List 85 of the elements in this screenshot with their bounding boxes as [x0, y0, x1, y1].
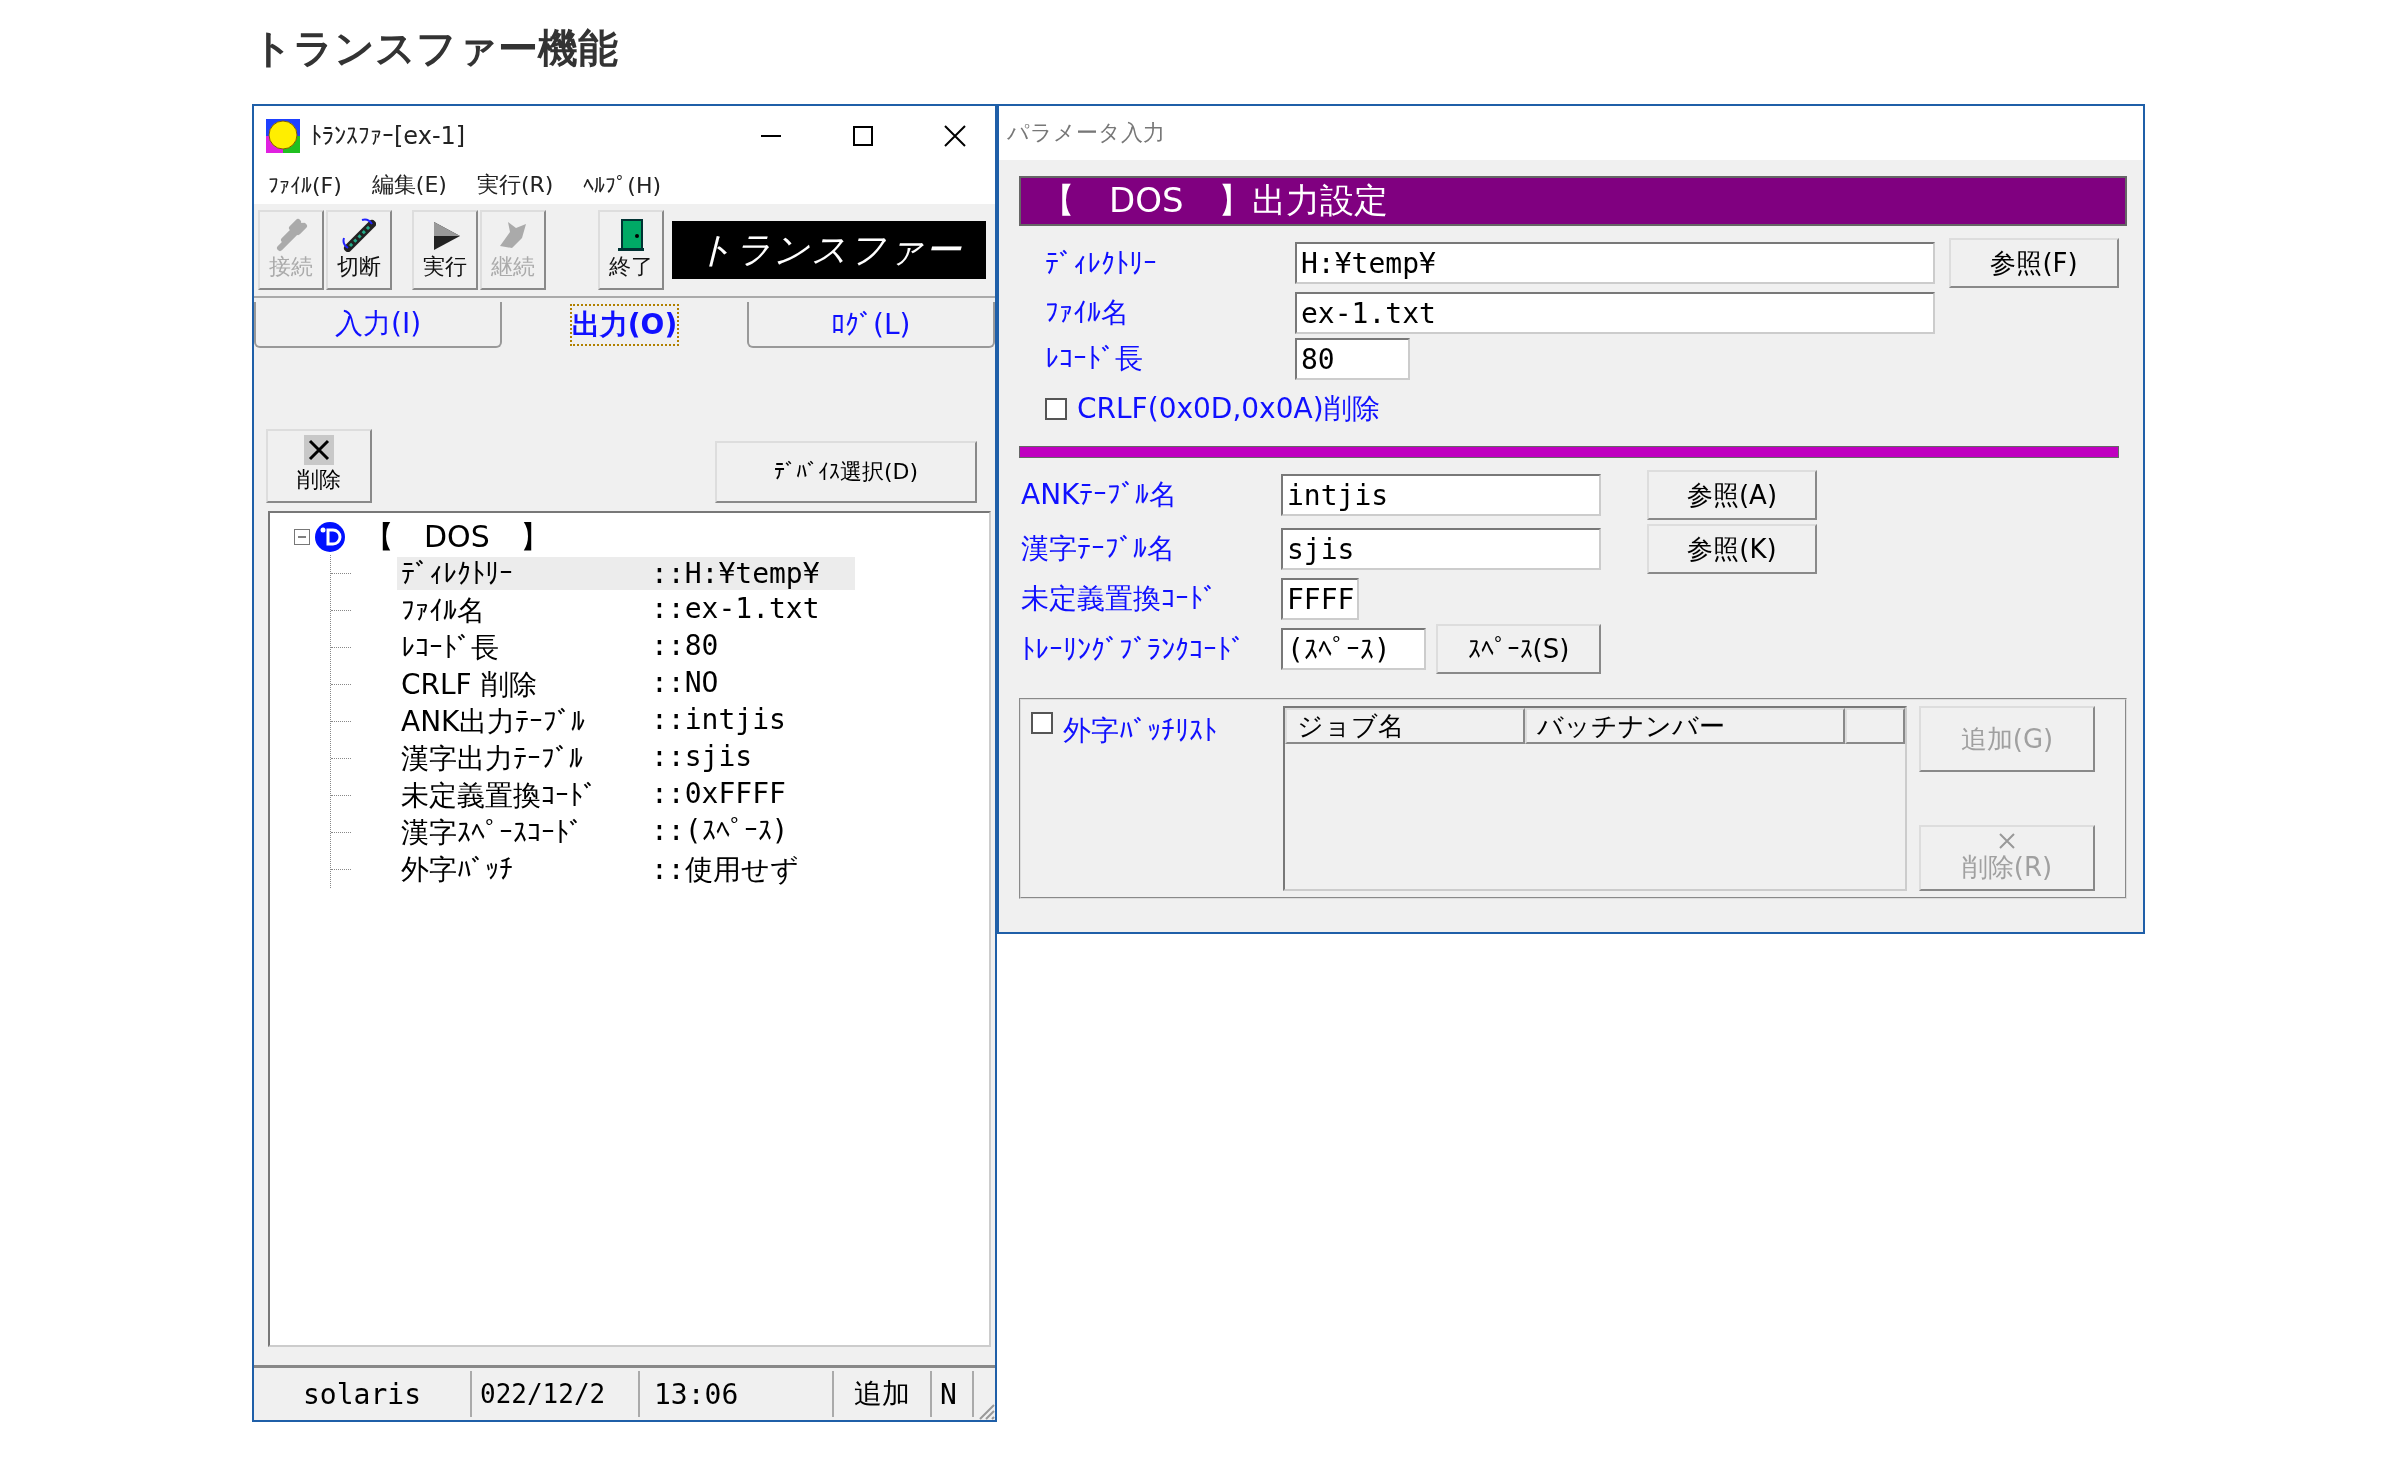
tree-item-value: ::80: [651, 628, 720, 664]
tree-item-value: ::使用せず: [651, 851, 800, 888]
input-field[interactable]: ex-1.txt: [1295, 292, 1935, 334]
browse-button[interactable]: ｽﾍﾟｰｽ(S): [1436, 624, 1601, 674]
cable-icon: [342, 218, 376, 252]
input-field[interactable]: sjis: [1281, 528, 1601, 570]
input-field[interactable]: FFFF: [1281, 578, 1359, 620]
input-field[interactable]: (ｽﾍﾟｰｽ): [1281, 628, 1426, 670]
browse-button[interactable]: 参照(F): [1949, 238, 2119, 288]
browse-button[interactable]: 参照(K): [1647, 524, 1817, 574]
tree-item-value: ::sjis: [651, 739, 754, 775]
checkbox[interactable]: [1045, 398, 1067, 420]
menu-item[interactable]: ﾌｧｲﾙ(F): [268, 172, 342, 198]
tree-item[interactable]: 外字ﾊﾞｯﾁ ::使用せず: [397, 850, 855, 889]
toolbar-button[interactable]: 実行: [412, 210, 478, 290]
tree-item[interactable]: ANK出力ﾃｰﾌﾞﾙ ::intjis: [397, 702, 855, 741]
tree-node[interactable]: 【 DOS 】: [364, 516, 550, 558]
tree-item-label: ﾌｧｲﾙ名: [401, 592, 486, 629]
tree-item[interactable]: ﾌｧｲﾙ名 ::ex-1.txt: [397, 591, 855, 630]
close-icon: [1998, 831, 2016, 850]
tree-item-value: ::intjis: [651, 702, 787, 738]
input-field[interactable]: intjis: [1281, 474, 1601, 516]
status-field: N: [932, 1371, 974, 1417]
tree-item-label: 漢字出力ﾃｰﾌﾞﾙ: [401, 740, 584, 777]
minimize-icon: [759, 135, 783, 137]
tree-item-value: ::0xFFFF: [651, 776, 787, 812]
page-heading: トランスファー機能: [252, 24, 618, 73]
tree-item-value: ::H:¥temp¥: [651, 557, 821, 590]
tab[interactable]: ﾛｸﾞ(L): [746, 302, 995, 348]
input-field[interactable]: H:¥temp¥: [1295, 242, 1935, 284]
tree-item-value: ::(ｽﾍﾟｰｽ): [651, 813, 790, 849]
field-label: ﾌｧｲﾙ名: [1045, 295, 1130, 331]
menu-item[interactable]: 実行(R): [476, 170, 554, 200]
field-label: ﾃﾞｨﾚｸﾄﾘｰ: [1045, 246, 1158, 280]
field-label: 未定義置換ｺｰﾄﾞ: [1021, 581, 1218, 617]
device-select-button[interactable]: ﾃﾞﾊﾞｲｽ選択(D): [715, 441, 977, 503]
tree-item[interactable]: CRLF 削除 ::NO: [397, 665, 855, 704]
collapse-icon[interactable]: [294, 529, 310, 545]
menu-item[interactable]: ﾍﾙﾌﾟ(H): [583, 172, 662, 198]
tree-item-value: ::NO: [651, 665, 720, 701]
close-icon: [943, 124, 967, 148]
tab[interactable]: 出力(O): [502, 302, 747, 348]
disk-icon: [314, 521, 346, 553]
checkbox-label: 外字ﾊﾞｯﾁﾘｽﾄ: [1063, 713, 1217, 749]
field-label: 漢字ﾃｰﾌﾞﾙ名: [1021, 531, 1176, 567]
browse-button[interactable]: 参照(A): [1647, 470, 1817, 520]
checkbox-label: CRLF(0x0D,0x0A)削除: [1077, 391, 1380, 427]
maximize-icon: [851, 124, 875, 148]
tree-item[interactable]: 未定義置換ｺｰﾄﾞ ::0xFFFF: [397, 776, 855, 815]
plug-icon: [274, 218, 308, 252]
status-field: solaris: [254, 1371, 472, 1417]
tree-item[interactable]: 漢字出力ﾃｰﾌﾞﾙ ::sjis: [397, 739, 855, 778]
tree-item-label: 漢字ｽﾍﾟｰｽｺｰﾄﾞ: [401, 814, 584, 851]
field-label: ﾄﾚｰﾘﾝｸﾞﾌﾞﾗﾝｸｺｰﾄﾞ: [1021, 632, 1246, 666]
close-icon: [304, 435, 334, 465]
tree-item-label: 外字ﾊﾞｯﾁ: [401, 851, 514, 888]
tree-item[interactable]: ﾚｺｰﾄﾞ長 ::80: [397, 628, 855, 667]
banner: トランスファー: [672, 221, 986, 279]
tree-item-value: ::ex-1.txt: [651, 591, 821, 627]
tree-item[interactable]: ﾃﾞｨﾚｸﾄﾘｰ ::H:¥temp¥: [397, 557, 855, 590]
field-label: ANKﾃｰﾌﾞﾙ名: [1021, 477, 1179, 513]
column-header[interactable]: バッチナンバー: [1525, 708, 1845, 744]
field-label: ﾚｺｰﾄﾞ長: [1045, 341, 1144, 377]
menu-item[interactable]: 編集(E): [371, 170, 447, 200]
tree-item-label: ﾚｺｰﾄﾞ長: [401, 629, 500, 666]
tree-item-label: 未定義置換ｺｰﾄﾞ: [401, 777, 598, 814]
status-field: 13:06: [640, 1371, 834, 1417]
status-field: 022/12/2: [472, 1371, 640, 1417]
toolbar-button[interactable]: 切断: [326, 210, 392, 290]
checkbox[interactable]: [1031, 712, 1053, 734]
app-icon: [266, 119, 300, 153]
column-header[interactable]: ジョブ名: [1285, 708, 1525, 744]
tree-item-label: CRLF 削除: [401, 666, 538, 703]
window-title: パラメータ入力: [999, 106, 2143, 160]
tree-item[interactable]: 漢字ｽﾍﾟｰｽｺｰﾄﾞ ::(ｽﾍﾟｰｽ): [397, 813, 855, 852]
delete-button[interactable]: 削除: [266, 429, 372, 503]
status-field: 追加: [834, 1371, 932, 1417]
tab[interactable]: 入力(I): [254, 302, 503, 348]
column-header: [1845, 708, 1905, 744]
section-header: 【 DOS 】出力設定: [1019, 176, 2127, 226]
input-field[interactable]: 80: [1295, 338, 1410, 380]
tree-item-label: ﾃﾞｨﾚｸﾄﾘｰ: [401, 557, 514, 590]
window-title: ﾄﾗﾝｽﾌｧｰ[ex-1]: [310, 122, 466, 150]
tree-item-label: ANK出力ﾃｰﾌﾞﾙ: [401, 703, 587, 740]
toolbar-button[interactable]: 終了: [598, 210, 664, 290]
